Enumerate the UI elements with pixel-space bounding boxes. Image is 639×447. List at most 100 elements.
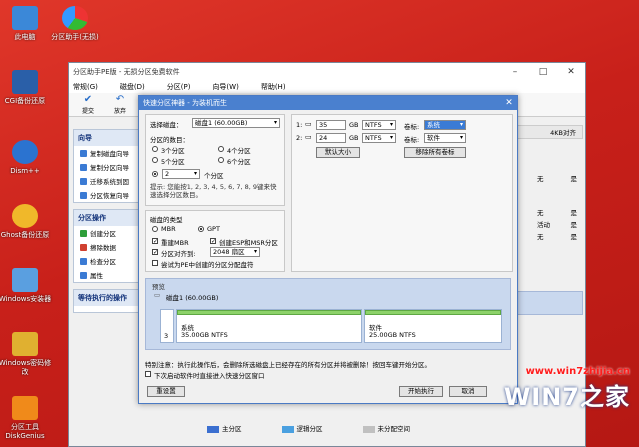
main-titlebar: 分区助手PE版 - 无损分区免费软件 – □ ✕ (69, 63, 585, 81)
desktop-icon-dism[interactable]: Dism++ (0, 140, 54, 176)
esp-msr-checkbox[interactable]: ✓ (210, 238, 216, 245)
radio-3[interactable] (152, 146, 158, 152)
esp-msr-label: 创建ESP和MSR分区 (219, 239, 278, 247)
radio-6-label: 6个分区 (227, 158, 251, 166)
partition-2-label-select[interactable]: 软件 (424, 133, 466, 143)
table-row: 活动是 (537, 221, 577, 229)
desktop-icon-ghost[interactable]: Ghost备份还原 (0, 204, 54, 240)
table-row: 无是 (537, 233, 577, 241)
undo-icon: ↶ (115, 93, 125, 105)
disk-select[interactable]: 磁盘1 (60.00GB) (192, 118, 280, 128)
preview-partition-1-bar (177, 310, 361, 315)
commit-button[interactable]: ✔ 提交 (77, 93, 99, 115)
preview-partition-2[interactable]: 软件 25.00GB NTFS (364, 309, 502, 343)
migrate-icon (80, 177, 87, 185)
watermark-brand: WIN7之家 (503, 383, 630, 411)
menu-general[interactable]: 常规(G) (73, 82, 98, 92)
ops-header: 分区操作 (74, 210, 142, 226)
remove-labels-button[interactable]: 移除所有卷标 (404, 147, 466, 158)
warning-text: 特别注意：执行此操作后，会删除所选磁盘上已经存在的所有分区并将被删除！按回车键开… (145, 361, 431, 369)
sidebar-item-check[interactable]: 检查分区 (74, 254, 142, 268)
legend-primary: 主分区 (207, 423, 242, 433)
menu-wizard[interactable]: 向导(W) (212, 82, 238, 92)
properties-icon (80, 271, 87, 279)
minimize-icon[interactable]: – (501, 67, 529, 77)
radio-3-label: 3个分区 (161, 147, 185, 155)
default-size-button[interactable]: 默认大小 (316, 147, 360, 158)
preview-label: 预览 (152, 283, 165, 291)
disk-type-group: 磁盘的类型 MBR GPT ✓ 重建MBR ✓ 创建ESP和MSR分区 ✓ 分区… (145, 210, 285, 272)
partition-1-fs[interactable]: NTFS (362, 120, 396, 130)
dialog-close-icon[interactable]: ✕ (501, 98, 517, 108)
close-icon[interactable]: ✕ (557, 67, 585, 77)
desktop-icon-partition-assistant[interactable]: 分区助手(无损) (46, 6, 104, 42)
radio-gpt[interactable] (198, 226, 204, 232)
radio-6[interactable] (218, 157, 224, 163)
desktop-icon-cgi[interactable]: CGI备份还原 (0, 70, 54, 106)
monitor-icon (12, 6, 38, 30)
align-header: 4KB对齐 (515, 125, 583, 139)
legend-logical: 逻辑分区 (281, 423, 323, 433)
desktop-icon-password[interactable]: Windows密码修改 (0, 332, 54, 377)
disk-icon (80, 163, 87, 171)
rebuild-mbr-checkbox[interactable]: ✓ (152, 238, 158, 245)
radio-custom[interactable] (152, 171, 158, 177)
unallocated-swatch (362, 425, 375, 433)
reset-button[interactable]: 重设置 (147, 386, 185, 397)
menu-disk[interactable]: 磁盘(D) (120, 82, 145, 92)
sidebar-item-properties[interactable]: 属性 (74, 268, 142, 282)
watermark-url: www.win7zhijia.cn (525, 366, 630, 377)
sidebar-item-wipe[interactable]: 擦除数据 (74, 240, 142, 254)
custom-count-select[interactable]: 2 (162, 169, 200, 179)
partition-1-label-select[interactable]: 系统 (424, 120, 466, 130)
select-disk-label: 选择磁盘： (150, 121, 183, 129)
partition-2-size[interactable]: 24 (316, 133, 346, 143)
legend-unallocated: 未分配空间 (362, 423, 410, 433)
preview-index: 3 (164, 332, 169, 340)
align-select[interactable]: 2048 扇区 (210, 247, 260, 257)
sidebar-item-migrate[interactable]: 迁移系统到固 (74, 174, 142, 188)
mbr-label: MBR (161, 225, 176, 233)
partition-1-label-text: 卷标: (404, 123, 420, 131)
check-partition-icon (80, 257, 87, 265)
preview-partition-1-size: 35.00GB NTFS (181, 331, 228, 339)
preview-partition-2-size: 25.00GB NTFS (369, 331, 416, 339)
align-checkbox[interactable]: ✓ (152, 249, 158, 256)
preview-index-cell: 3 (160, 309, 174, 343)
pending-header: 等待执行的操作 (74, 290, 142, 306)
remember-checkbox[interactable] (145, 371, 151, 377)
assign-letter-checkbox[interactable] (152, 260, 158, 266)
desktop-icon-diskgenius[interactable]: 分区工具DiskGenius (0, 396, 54, 441)
preview-disk-name: 磁盘1 (60.00GB) (166, 294, 219, 302)
preview-partition-1[interactable]: 系统 35.00GB NTFS (176, 309, 362, 343)
check-icon: ✔ (83, 93, 93, 105)
create-icon (80, 229, 87, 237)
legend: 主分区 逻辑分区 未分配空间 (207, 423, 410, 433)
hint-text: 提示: 您能按1, 2, 3, 4, 5, 6, 7, 8, 9键来快速选择分区… (150, 183, 277, 199)
wizard-header: 向导 (74, 130, 142, 146)
partition-2-fs[interactable]: NTFS (362, 133, 396, 143)
table-row: 无是 (537, 175, 577, 183)
disk-type-label: 磁盘的类型 (150, 216, 183, 224)
sidebar-item-create[interactable]: 创建分区 (74, 226, 142, 240)
maximize-icon[interactable]: □ (529, 67, 557, 77)
menu-partition[interactable]: 分区(P) (167, 82, 191, 92)
menu-help[interactable]: 帮助(H) (261, 82, 286, 92)
sidebar-item-recover[interactable]: 分区恢复向导 (74, 188, 142, 202)
sidebar-item-copy-partition[interactable]: 复制分区向导 (74, 160, 142, 174)
recover-icon (80, 191, 87, 199)
preview-area: 预览 ▭ 磁盘1 (60.00GB) 3 系统 35.00GB NTFS 软件 … (145, 278, 511, 350)
radio-5[interactable] (152, 157, 158, 163)
partition-1-num: 1: (296, 121, 303, 129)
table-row: 无是 (537, 209, 577, 217)
sidebar-item-copy-disk[interactable]: 复制磁盘向导 (74, 146, 142, 160)
desktop-icon-windows-installer[interactable]: Windows安装器 (0, 268, 54, 304)
sidebar: 向导 复制磁盘向导 复制分区向导 迁移系统到固 分区恢复向导 分区操作 创建分区… (73, 129, 143, 319)
discard-button[interactable]: ↶ 放弃 (109, 93, 131, 115)
rebuild-mbr-label: 重建MBR (161, 239, 189, 247)
radio-mbr[interactable] (152, 226, 158, 232)
hdd-icon: ▭ (305, 120, 312, 128)
assign-letter-label: 尝试为PE中创建的分区分配盘符 (161, 261, 254, 269)
partition-1-size[interactable]: 35 (316, 120, 346, 130)
radio-4[interactable] (218, 146, 224, 152)
